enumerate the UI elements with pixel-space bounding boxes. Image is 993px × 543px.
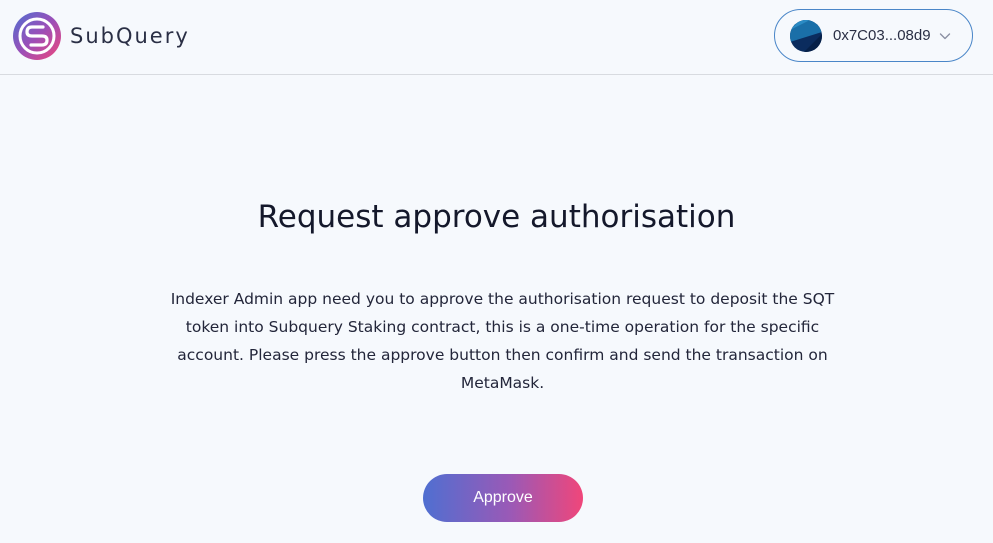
chevron-down-icon — [939, 32, 950, 39]
subquery-logo-icon — [13, 12, 61, 60]
app-header: SubQuery 0x7C03...08d9 — [0, 0, 993, 75]
page-title: Request approve authorisation — [257, 199, 736, 235]
brand-logo[interactable]: SubQuery — [12, 11, 190, 61]
approve-button[interactable]: Approve — [423, 474, 583, 522]
account-avatar — [790, 19, 822, 52]
approval-description: Indexer Admin app need you to approve th… — [170, 290, 835, 392]
brand-name: SubQuery — [70, 24, 190, 48]
account-dropdown-button[interactable]: 0x7C03...08d9 — [774, 9, 973, 62]
account-address: 0x7C03...08d9 — [833, 27, 931, 44]
